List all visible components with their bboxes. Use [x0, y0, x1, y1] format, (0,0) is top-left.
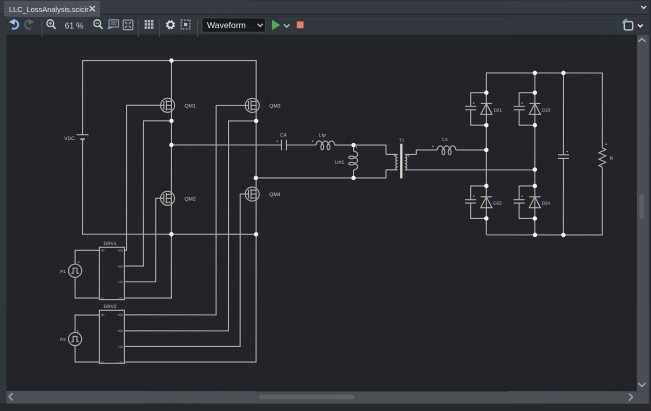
svg-text:61 %: 61 % — [65, 22, 84, 31]
svg-text:LG: LG — [118, 296, 123, 300]
svg-text:Lm1: Lm1 — [335, 159, 345, 165]
svg-text:LG: LG — [118, 360, 123, 364]
svg-text:DRV1: DRV1 — [104, 241, 117, 247]
svg-text:HO: HO — [118, 313, 123, 317]
svg-text:D22: D22 — [493, 201, 502, 206]
svg-text:P1: P1 — [60, 269, 66, 274]
svg-text:DRV2: DRV2 — [104, 304, 117, 310]
svg-text:Waveform: Waveform — [207, 20, 246, 30]
svg-text:QM2: QM2 — [184, 196, 195, 202]
svg-text:LO: LO — [118, 345, 123, 349]
svg-text:C4: C4 — [280, 133, 287, 139]
svg-text:Ls: Ls — [442, 137, 448, 143]
svg-text:VDC: VDC — [64, 136, 75, 142]
svg-text:HG: HG — [118, 264, 123, 268]
svg-text:QM1: QM1 — [184, 103, 195, 109]
svg-text:QM3: QM3 — [269, 103, 280, 109]
svg-text:D21: D21 — [494, 107, 503, 112]
svg-text:Lrp: Lrp — [319, 133, 326, 139]
svg-text:LLC_LossAnalysis.scicir: LLC_LossAnalysis.scicir — [9, 5, 89, 14]
svg-text:T1: T1 — [399, 138, 405, 143]
svg-text:D23: D23 — [542, 107, 551, 112]
svg-text:HO: HO — [118, 249, 123, 253]
svg-text:LO: LO — [118, 280, 123, 284]
svg-text:QM4: QM4 — [269, 192, 280, 198]
svg-text:P2: P2 — [60, 337, 66, 342]
svg-text:HG: HG — [118, 329, 123, 333]
svg-text:D24: D24 — [542, 201, 551, 206]
